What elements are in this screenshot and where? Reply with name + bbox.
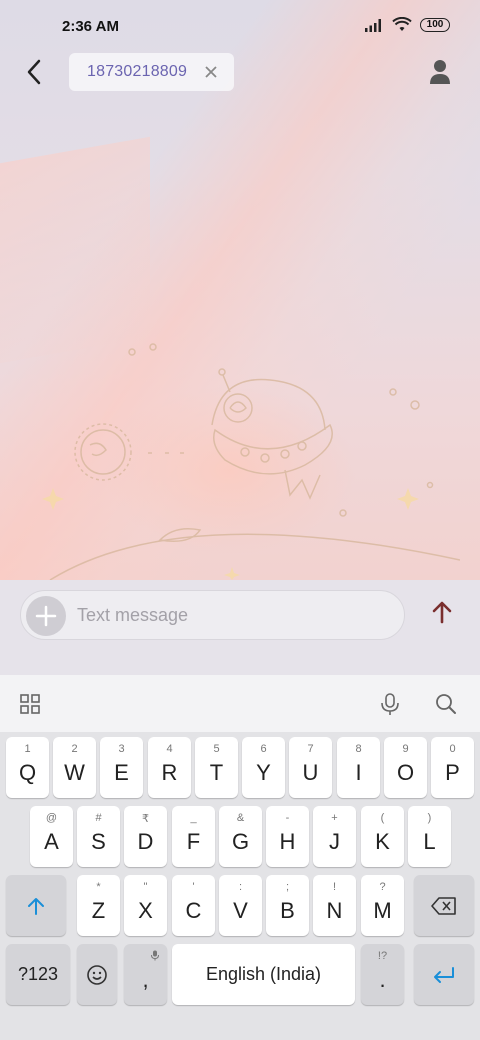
microphone-hint-icon <box>150 950 159 961</box>
key-l[interactable]: ) L <box>408 806 451 867</box>
space-key[interactable]: English (India) <box>172 944 355 1005</box>
key-i[interactable]: 8I <box>337 737 380 798</box>
compose-area <box>0 580 480 675</box>
period-key[interactable]: !? . <box>361 944 404 1005</box>
apps-button[interactable] <box>17 691 43 717</box>
key-o[interactable]: 9O <box>384 737 427 798</box>
voice-input-button[interactable] <box>377 691 403 717</box>
symbols-key[interactable]: ?123 <box>6 944 70 1005</box>
key-s[interactable]: # S <box>77 806 120 867</box>
apps-grid-icon <box>20 694 40 714</box>
conversation-header: 18730218809 <box>0 52 480 92</box>
key-k[interactable]: (K <box>361 806 404 867</box>
shift-arrow-icon <box>28 897 44 915</box>
status-bar: 2:36 AM 100 <box>0 0 480 52</box>
contact-button[interactable] <box>426 58 454 86</box>
backspace-icon <box>431 896 456 915</box>
key-v[interactable]: :V <box>219 875 262 936</box>
keyboard: 1Q 2W 3E 4R 5T 6Y 7U 8I 9O 0P @ A # S ₹ D _… <box>0 732 480 1040</box>
key-x[interactable]: " X <box>124 875 167 936</box>
back-arrow-icon <box>27 59 41 85</box>
key-e[interactable]: 3E <box>100 737 143 798</box>
microphone-icon <box>381 693 399 715</box>
key-t[interactable]: 5T <box>195 737 238 798</box>
person-icon <box>430 60 450 84</box>
key-y[interactable]: 6Y <box>242 737 285 798</box>
key-a[interactable]: @ A <box>30 806 73 867</box>
key-d[interactable]: ₹ D <box>124 806 167 867</box>
shift-key[interactable] <box>6 875 66 936</box>
key-g[interactable]: & G <box>219 806 262 867</box>
backspace-key[interactable] <box>414 875 474 936</box>
search-icon <box>436 694 456 714</box>
enter-icon <box>434 966 454 983</box>
back-button[interactable] <box>18 56 50 88</box>
key-w[interactable]: 2W <box>53 737 96 798</box>
key-p[interactable]: 0P <box>431 737 474 798</box>
key-m[interactable]: ? M <box>361 875 404 936</box>
send-arrow-icon <box>432 601 452 624</box>
emoji-key[interactable] <box>77 944 117 1005</box>
background-illustration <box>42 343 460 580</box>
battery-icon: 100 <box>420 18 450 32</box>
signal-icon <box>365 19 381 32</box>
key-q[interactable]: 1Q <box>6 737 49 798</box>
keyboard-toolbar <box>0 675 480 732</box>
status-time: 2:36 AM <box>62 18 119 35</box>
key-n[interactable]: ! N <box>313 875 356 936</box>
attach-button[interactable] <box>26 596 66 636</box>
message-input[interactable] <box>77 591 397 639</box>
comma-key[interactable]: , <box>124 944 167 1005</box>
key-u[interactable]: 7U <box>289 737 332 798</box>
message-field <box>20 590 405 640</box>
close-icon <box>205 66 217 78</box>
recipient-chip[interactable]: 18730218809 <box>69 53 234 91</box>
keyboard-search-button[interactable] <box>433 691 459 717</box>
plus-icon <box>35 605 57 627</box>
status-icons: 100 <box>364 17 450 33</box>
key-f[interactable]: _ F <box>172 806 215 867</box>
key-b[interactable]: ; B <box>266 875 309 936</box>
recipient-number: 18730218809 <box>87 63 188 80</box>
wifi-icon <box>392 17 412 31</box>
send-button[interactable] <box>424 594 460 630</box>
key-z[interactable]: * Z <box>77 875 120 936</box>
key-h[interactable]: -H <box>266 806 309 867</box>
emoji-icon <box>87 964 107 985</box>
key-c[interactable]: ' C <box>172 875 215 936</box>
enter-key[interactable] <box>414 944 474 1005</box>
key-j[interactable]: + J <box>313 806 356 867</box>
key-r[interactable]: 4R <box>148 737 191 798</box>
remove-recipient-button[interactable] <box>202 63 220 81</box>
